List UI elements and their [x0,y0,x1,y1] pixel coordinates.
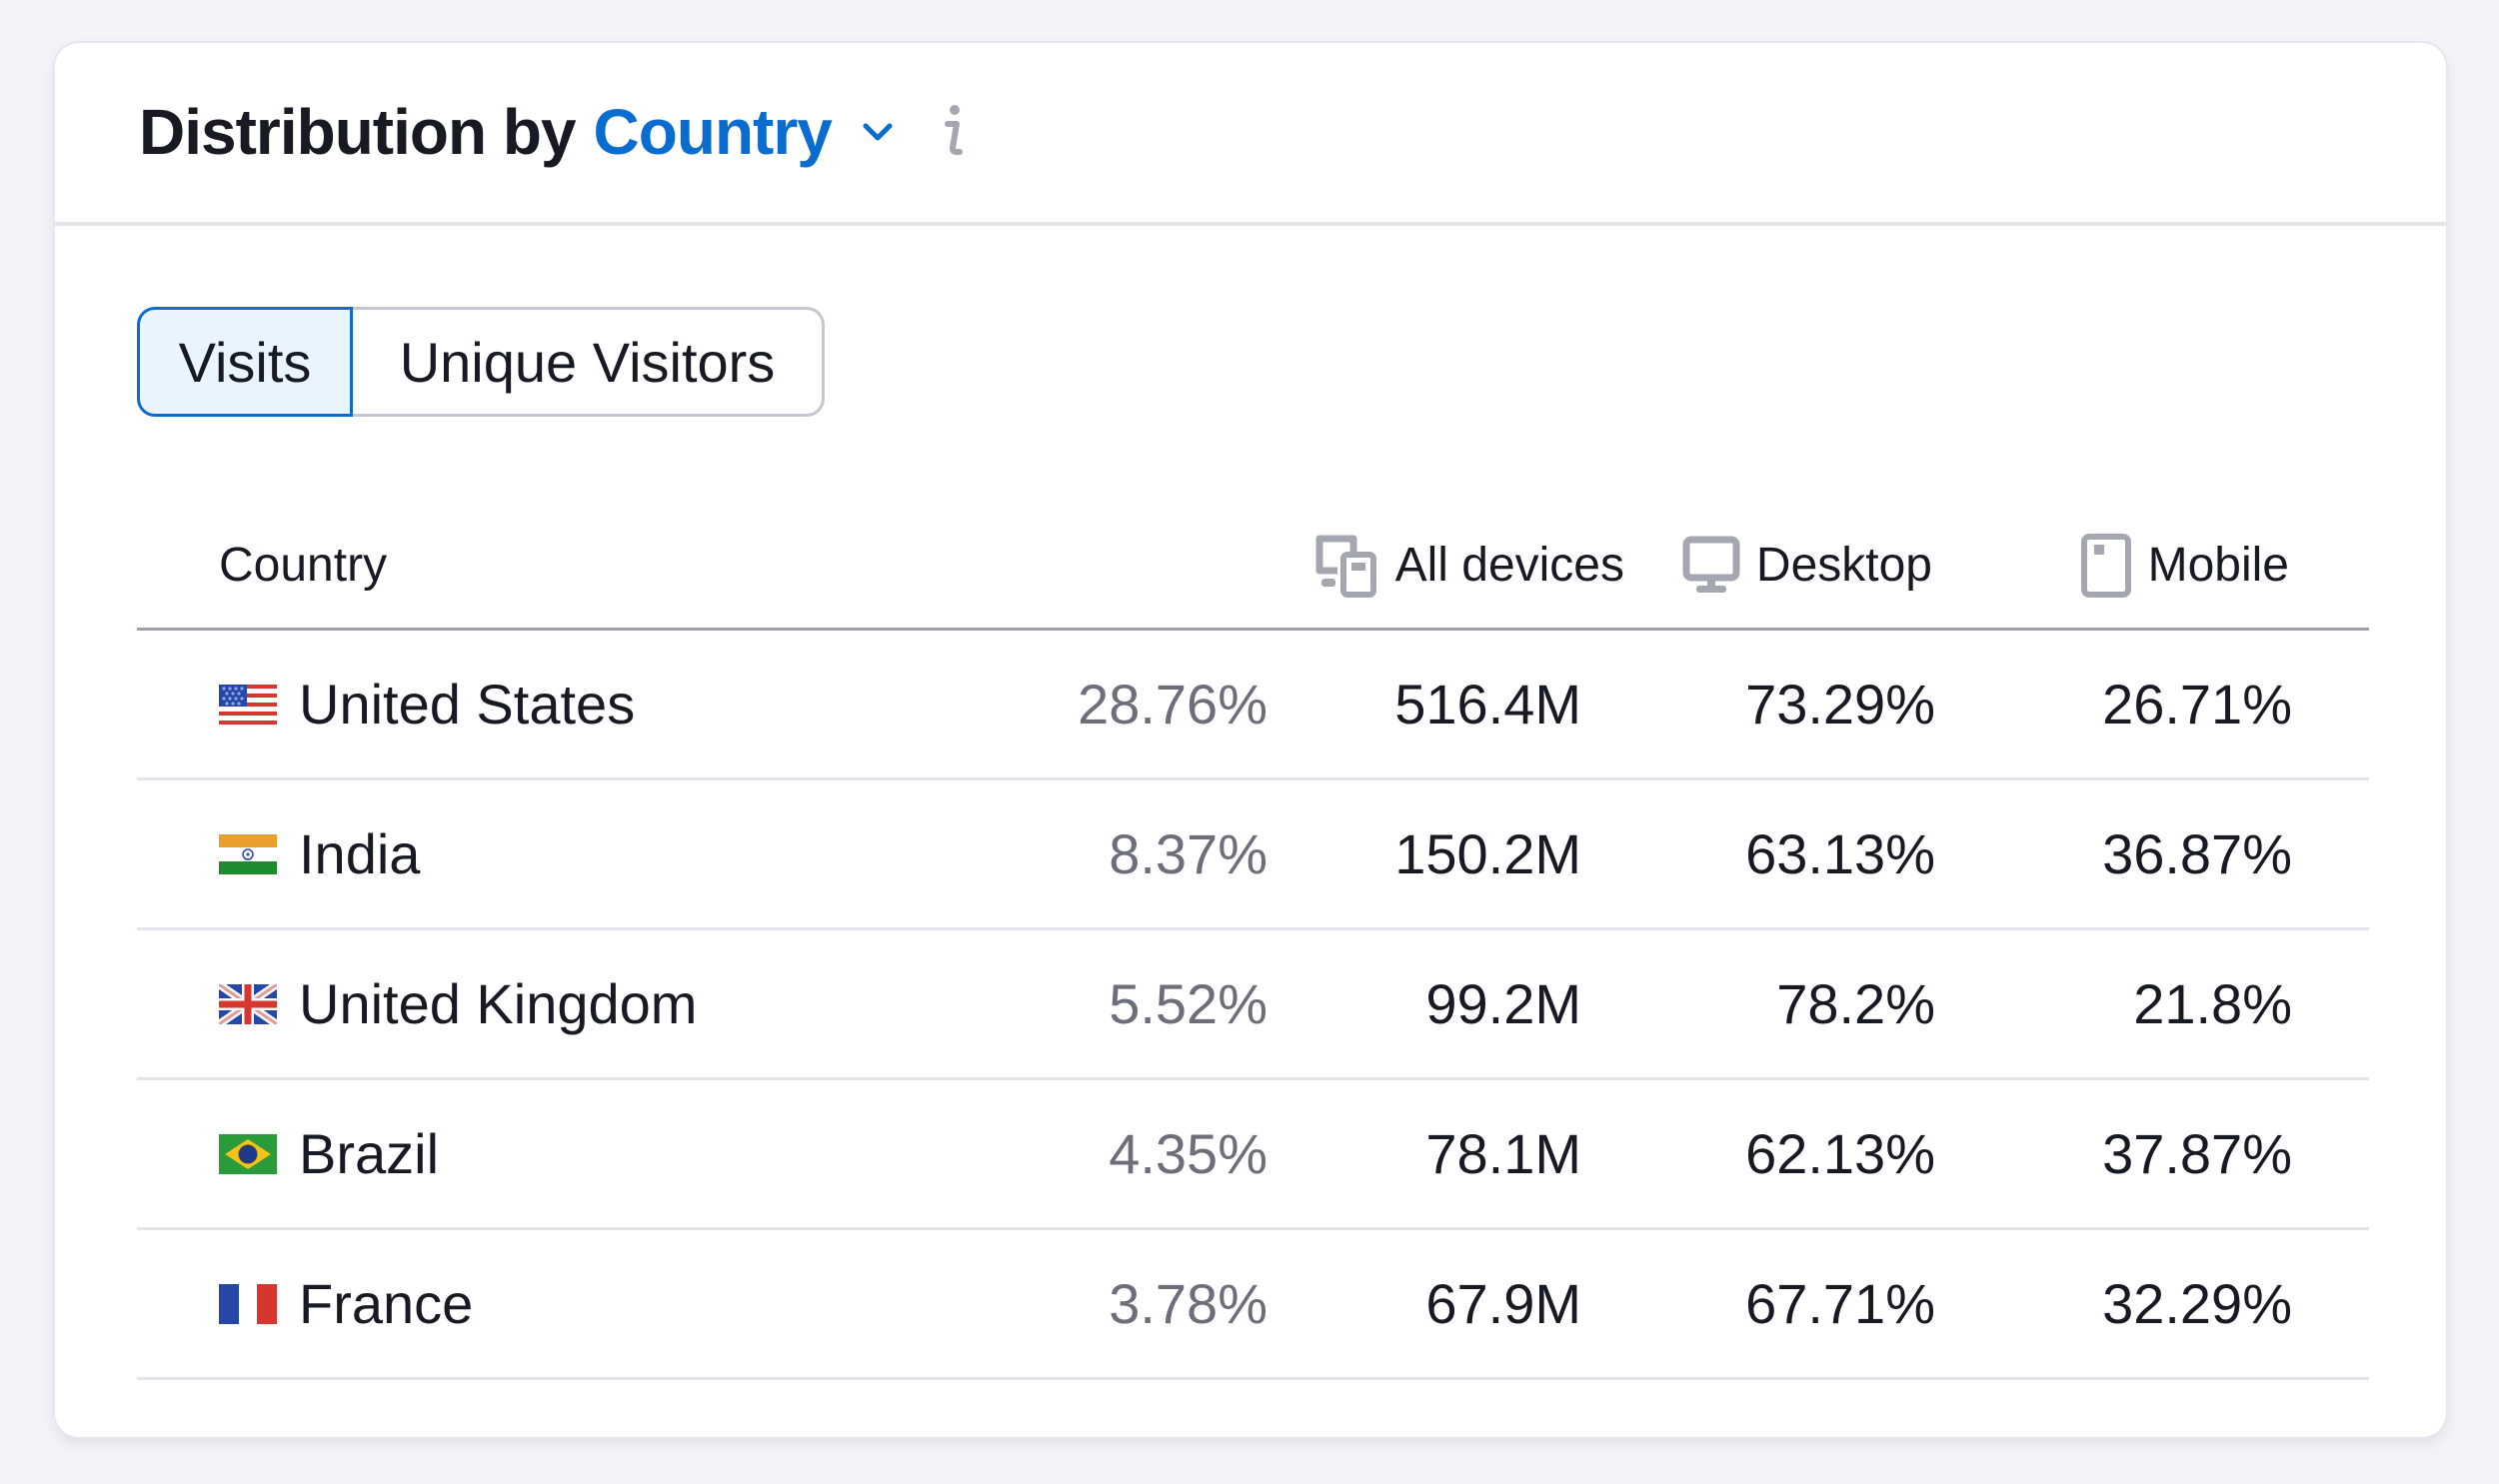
table-body: United States 28.76% 516.4M 73.29% 26.71… [137,631,2369,1380]
widget-title: Distribution by Country [139,95,968,169]
devices-icon [1315,535,1376,598]
header-mobile-label: Mobile [2147,539,2289,592]
mobile-icon [2080,533,2131,598]
dimension-dropdown-label: Country [593,96,833,168]
france-flag-icon [219,1283,277,1324]
table-row[interactable]: Brazil 4.35% 78.1M 62.13% 37.87% [137,1080,2369,1230]
traffic-share-cell: 28.76% [1078,673,1267,736]
header-all-devices-label: All devices [1394,539,1624,592]
all-devices-cell: 516.4M [1394,673,1581,736]
table-row[interactable]: France 3.78% 67.9M 67.71% 32.29% [137,1230,2369,1380]
traffic-share-cell: 3.78% [1109,1272,1267,1335]
metric-toggle: Visits Unique Visitors [137,307,825,417]
country-name[interactable]: United States [299,672,635,737]
traffic-share-cell: 4.35% [1109,1122,1267,1185]
country-cell: United States [219,631,635,777]
distribution-by-country-card: Distribution by Country Visits Unique Vi… [55,43,2446,1437]
chevron-down-icon [863,123,893,141]
country-name[interactable]: France [299,1271,473,1336]
desktop-cell: 63.13% [1745,822,1935,885]
uk-flag-icon [219,983,277,1024]
all-devices-cell: 150.2M [1394,822,1581,885]
desktop-cell: 73.29% [1745,673,1935,736]
table-row[interactable]: United States 28.76% 516.4M 73.29% 26.71… [137,631,2369,780]
mobile-cell: 36.87% [2102,822,2292,885]
title-static-text: Distribution by [139,96,577,168]
country-name[interactable]: United Kingdom [299,971,697,1036]
country-table: Country All devices Desktop Mobile Unite… [137,503,2369,1380]
all-devices-cell: 67.9M [1425,1272,1581,1335]
india-flag-icon [219,833,277,874]
brazil-flag-icon [219,1133,277,1174]
header-mobile[interactable]: Mobile [2080,503,2289,628]
table-header: Country All devices Desktop Mobile [137,503,2369,631]
country-name[interactable]: Brazil [299,1121,439,1186]
dimension-dropdown[interactable]: Country [594,95,898,169]
country-name[interactable]: India [299,821,420,886]
desktop-cell: 62.13% [1745,1122,1935,1185]
mobile-cell: 37.87% [2102,1122,2292,1185]
all-devices-cell: 99.2M [1425,972,1581,1035]
desktop-icon [1682,536,1740,593]
desktop-cell: 67.71% [1745,1272,1935,1335]
traffic-share-cell: 5.52% [1109,972,1267,1035]
mobile-cell: 26.71% [2102,673,2292,736]
desktop-cell: 78.2% [1776,972,1935,1035]
all-devices-cell: 78.1M [1425,1122,1581,1185]
toggle-unique-visitors[interactable]: Unique Visitors [353,307,825,417]
info-icon[interactable] [938,102,968,162]
table-row[interactable]: India 8.37% 150.2M 63.13% 36.87% [137,780,2369,930]
header-all-devices[interactable]: All devices [1313,503,1624,628]
country-cell: France [219,1230,473,1377]
card-header: Distribution by Country [55,43,2446,226]
table-row[interactable]: United Kingdom 5.52% 99.2M 78.2% 21.8% [137,930,2369,1080]
header-desktop-label: Desktop [1755,539,1932,592]
country-cell: Brazil [219,1080,439,1227]
traffic-share-cell: 8.37% [1109,822,1267,885]
us-flag-icon [219,684,277,725]
mobile-cell: 21.8% [2133,972,2292,1035]
toggle-visits[interactable]: Visits [137,307,353,417]
header-country[interactable]: Country [219,503,387,628]
mobile-cell: 32.29% [2102,1272,2292,1335]
country-cell: India [219,780,420,927]
country-cell: United Kingdom [219,930,697,1077]
header-desktop[interactable]: Desktop [1682,503,1932,628]
